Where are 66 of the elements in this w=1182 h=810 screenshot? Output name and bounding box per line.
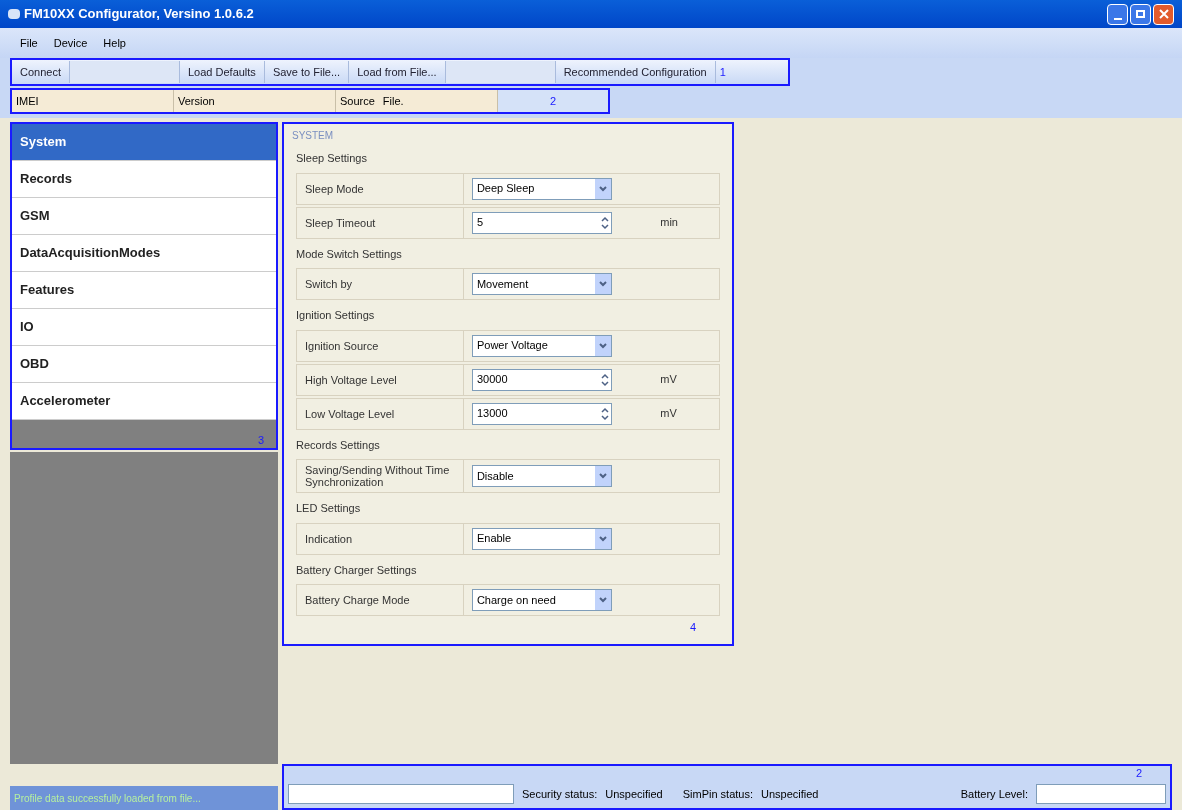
group-title: Ignition Settings (295, 308, 376, 323)
sidebar-item[interactable]: Accelerometer (12, 383, 276, 420)
toolbar-button[interactable]: Save to File... (264, 61, 350, 83)
dropdown-field[interactable]: Charge on need (471, 589, 612, 611)
group-title: Records Settings (295, 437, 381, 453)
menu-item[interactable]: Device (53, 34, 88, 52)
unit-label: min (660, 215, 678, 231)
info-label: Source (340, 93, 375, 109)
status-value: Unspecified (605, 786, 663, 802)
dropdown-field[interactable]: Enable (471, 527, 612, 550)
dropdown-field[interactable]: Deep Sleep (471, 177, 612, 200)
setting-label: Switch by (297, 269, 464, 299)
setting-label: Low Voltage Level (297, 398, 464, 429)
setting-label: Sleep Mode (297, 173, 464, 204)
app-icon (8, 9, 20, 19)
dropdown-field[interactable]: Power Voltage (471, 334, 612, 357)
status-label: Security status: (522, 786, 598, 802)
sidebar-item[interactable]: System (12, 124, 276, 161)
dropdown-field[interactable]: Disable (471, 465, 612, 487)
minimize-icon[interactable] (1107, 3, 1128, 25)
info-label: IMEI (16, 93, 39, 109)
sidebar-item[interactable]: Features (12, 272, 276, 309)
toolbar-button[interactable]: Recommended Configuration (555, 61, 716, 83)
toolbar-button[interactable]: Load from File... (349, 61, 446, 83)
unit-label: mV (660, 406, 677, 422)
info-value: File. (382, 93, 404, 109)
menu-item[interactable]: Help (103, 34, 126, 52)
toolbar-button[interactable]: Load Defaults (180, 61, 265, 83)
sidebar-item[interactable]: GSM (12, 198, 276, 235)
dropdown-field[interactable]: Movement (471, 273, 612, 295)
status-value: Unspecified (761, 786, 819, 802)
setting-label: Ignition Source (297, 330, 464, 361)
setting-label: Indication (297, 523, 464, 554)
window-title: FM10XX Configurator, Versino 1.0.6.2 (24, 5, 254, 24)
group-title: Battery Charger Settings (295, 562, 418, 578)
info-label: Version (178, 93, 215, 109)
setting-label: Battery Charge Mode (297, 585, 464, 615)
setting-label: Saving/Sending Without Time Synchronization (297, 460, 464, 492)
spin-field[interactable]: 30000 (471, 368, 612, 391)
status-label: SimPin status: (682, 786, 753, 802)
status-message: Profile data successfully loaded from file... (10, 786, 278, 810)
sidebar-item[interactable]: Records (12, 161, 276, 198)
toolbar-button[interactable]: Connect (12, 61, 70, 83)
group-title: LED Settings (295, 501, 362, 516)
menu-item[interactable]: File (20, 34, 38, 52)
spin-field[interactable]: 5 (471, 211, 612, 234)
spin-field[interactable]: 13000 (471, 402, 612, 425)
callout-number: 1 (718, 64, 727, 80)
callout-number: 2 (548, 93, 558, 109)
setting-label: High Voltage Level (297, 364, 464, 395)
sidebar-item[interactable]: DataAcquisitionModes (12, 235, 276, 272)
unit-label: mV (660, 372, 677, 388)
callout-number: 4 (688, 620, 697, 635)
sidebar-item[interactable]: OBD (12, 346, 276, 383)
callout-number: 3 (256, 432, 265, 448)
battery-level-field[interactable] (1036, 784, 1166, 804)
callout-number: 2 (1134, 765, 1143, 781)
group-title: Sleep Settings (295, 151, 368, 166)
maximize-icon[interactable] (1130, 3, 1151, 25)
group-title: Mode Switch Settings (295, 246, 403, 262)
status-label: Battery Level: (960, 786, 1028, 802)
setting-label: Sleep Timeout (297, 207, 464, 238)
panel-title: SYSTEM (291, 129, 335, 143)
close-icon[interactable] (1153, 3, 1174, 25)
status-field[interactable] (288, 784, 514, 804)
sidebar-item[interactable]: IO (12, 309, 276, 346)
